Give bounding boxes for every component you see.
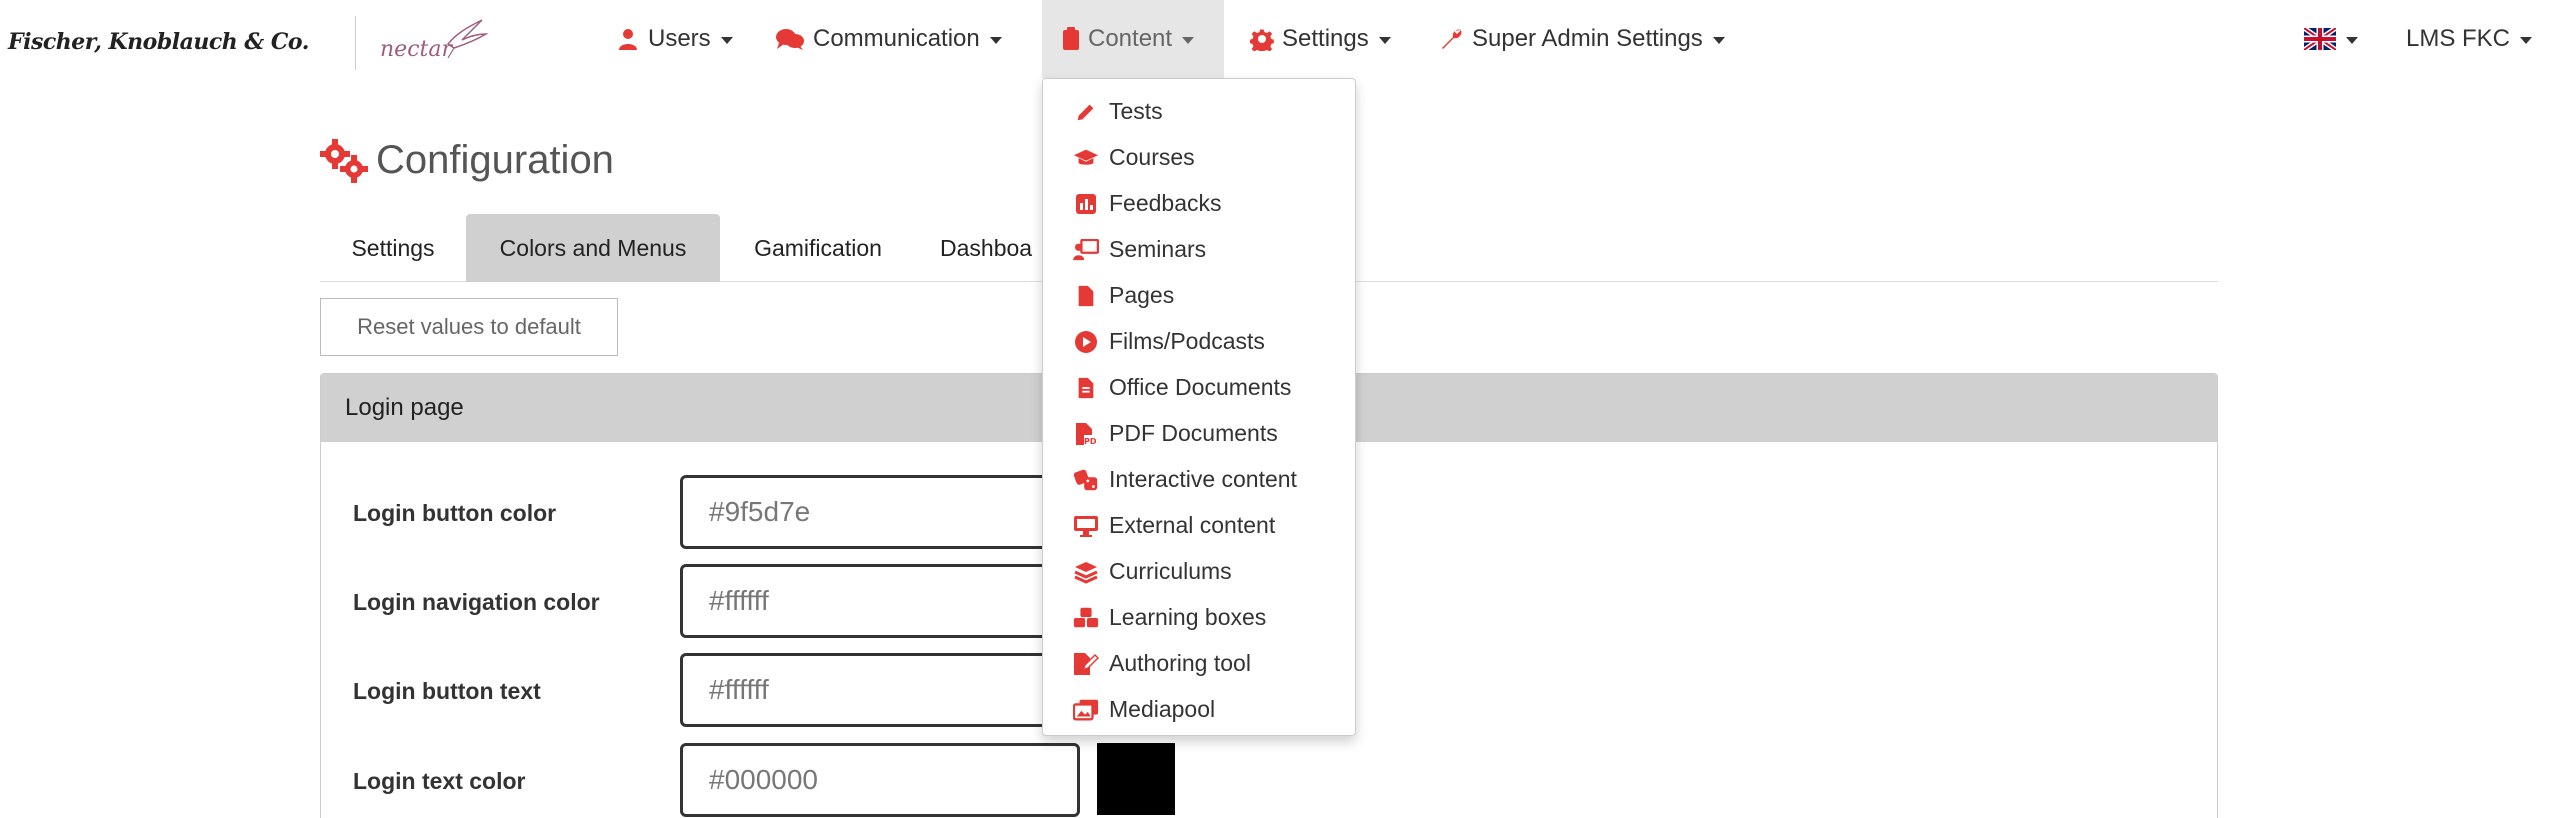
menu-item-interactive-content[interactable]: Interactive content	[1043, 457, 1355, 502]
nav-super-admin-label: Super Admin Settings	[1472, 25, 1703, 52]
gear-icon	[1250, 27, 1274, 51]
nav-users[interactable]: Users	[616, 0, 733, 78]
chevron-down-icon	[1378, 36, 1391, 44]
login-text-color-input[interactable]: #000000	[680, 743, 1080, 817]
menu-item-seminars[interactable]: Seminars	[1043, 227, 1355, 272]
chevron-down-icon	[720, 36, 733, 44]
nav-content-label: Content	[1088, 25, 1173, 52]
svg-text:PDF: PDF	[1084, 437, 1097, 446]
menu-item-label: Interactive content	[1109, 466, 1297, 492]
nav-settings[interactable]: Settings	[1250, 0, 1391, 78]
menu-item-label: Films/Podcasts	[1109, 328, 1265, 354]
menu-item-feedbacks[interactable]: Feedbacks	[1043, 181, 1355, 226]
menu-item-label: Mediapool	[1109, 696, 1216, 722]
nav-super-admin[interactable]: Super Admin Settings	[1440, 0, 1725, 78]
chevron-down-icon	[2520, 36, 2533, 44]
login-button-text-input[interactable]: #ffffff	[680, 653, 1080, 727]
login-button-color-input[interactable]: #9f5d7e	[680, 475, 1080, 549]
layer-group-icon	[1073, 559, 1099, 585]
nav-org[interactable]: LMS FKC	[2406, 0, 2533, 78]
file-pdf-icon: PDF	[1073, 421, 1099, 447]
nav-org-label: LMS FKC	[2406, 25, 2511, 52]
menu-item-office-documents[interactable]: Office Documents	[1043, 365, 1355, 410]
menu-item-label: Feedbacks	[1109, 190, 1222, 216]
chalkboard-teacher-icon	[1073, 237, 1099, 263]
chevron-down-icon	[989, 36, 1002, 44]
menu-item-label: Learning boxes	[1109, 604, 1267, 630]
menu-item-pages[interactable]: Pages	[1043, 273, 1355, 318]
images-icon	[1073, 697, 1099, 723]
pencil-icon	[1073, 99, 1099, 125]
nav-content[interactable]: Content	[1042, 0, 1224, 78]
language-switcher[interactable]	[2304, 0, 2358, 78]
menu-item-label: Authoring tool	[1109, 650, 1251, 676]
file-signature-icon	[1073, 651, 1099, 677]
play-circle-icon	[1073, 329, 1099, 355]
menu-item-label: Office Documents	[1109, 374, 1292, 400]
menu-item-label: External content	[1109, 512, 1276, 538]
tab-colors-and-menus[interactable]: Colors and Menus	[466, 214, 720, 282]
menu-item-label: Pages	[1109, 282, 1175, 308]
nav-settings-label: Settings	[1282, 25, 1369, 52]
file-icon	[1073, 283, 1099, 309]
user-icon	[616, 27, 640, 51]
login-button-color-label: Login button color	[353, 500, 557, 526]
menu-item-films-podcasts[interactable]: Films/Podcasts	[1043, 319, 1355, 364]
menu-item-mediapool[interactable]: Mediapool	[1043, 687, 1355, 732]
menu-item-tests[interactable]: Tests	[1043, 89, 1355, 134]
content-dropdown-menu: Tests Courses Feedbacks Seminars Pages F…	[1042, 78, 1356, 736]
nav-users-label: Users	[648, 25, 711, 52]
wrench-icon	[1440, 27, 1464, 51]
chevron-down-icon	[2346, 36, 2358, 44]
menu-item-courses[interactable]: Courses	[1043, 135, 1355, 180]
login-navigation-color-label: Login navigation color	[353, 589, 600, 615]
menu-item-label: Seminars	[1109, 236, 1207, 262]
brand-divider	[355, 16, 356, 70]
brand-logo[interactable]: Fischer, Knoblauch & Co.	[8, 24, 309, 60]
menu-item-curriculums[interactable]: Curriculums	[1043, 549, 1355, 594]
page-header: Configuration	[320, 138, 614, 183]
comments-icon	[775, 27, 805, 51]
file-document-icon	[1073, 375, 1099, 401]
desktop-icon	[1073, 513, 1099, 539]
login-button-text-label: Login button text	[353, 678, 541, 704]
tab-gamification[interactable]: Gamification	[720, 214, 916, 282]
login-text-color-label: Login text color	[353, 768, 526, 794]
nectar-logo: nectar	[380, 19, 489, 62]
tab-settings[interactable]: Settings	[320, 214, 466, 282]
reset-defaults-button[interactable]: Reset values to default	[320, 298, 618, 356]
top-navbar: Fischer, Knoblauch & Co. nectar Users Co…	[0, 0, 2560, 78]
brand-name: Fischer, Knoblauch & Co.	[8, 29, 309, 55]
chart-bar-icon	[1073, 191, 1099, 217]
page-title: Configuration	[376, 138, 614, 182]
login-navigation-color-input[interactable]: #ffffff	[680, 564, 1080, 638]
dice-icon	[1073, 467, 1099, 493]
menu-item-label: Curriculums	[1109, 558, 1232, 584]
menu-item-label: Tests	[1109, 98, 1163, 124]
menu-item-external-content[interactable]: External content	[1043, 503, 1355, 548]
gears-icon	[320, 138, 368, 183]
menu-item-authoring-tool[interactable]: Authoring tool	[1043, 641, 1355, 686]
chevron-down-icon	[1182, 36, 1195, 44]
nectar-logo-text: nectar	[380, 37, 453, 62]
menu-item-label: PDF Documents	[1109, 420, 1278, 446]
login-text-color-swatch[interactable]	[1097, 743, 1175, 815]
menu-item-pdf-documents[interactable]: PDF PDF Documents	[1043, 411, 1355, 456]
menu-item-label: Courses	[1109, 144, 1195, 170]
nav-communication[interactable]: Communication	[775, 0, 1002, 78]
nav-communication-label: Communication	[813, 25, 980, 52]
clipboard-icon	[1062, 27, 1080, 51]
cubes-icon	[1073, 605, 1099, 631]
chevron-down-icon	[1712, 36, 1725, 44]
uk-flag-icon	[2304, 28, 2336, 50]
menu-item-learning-boxes[interactable]: Learning boxes	[1043, 595, 1355, 640]
graduation-cap-icon	[1073, 145, 1099, 171]
